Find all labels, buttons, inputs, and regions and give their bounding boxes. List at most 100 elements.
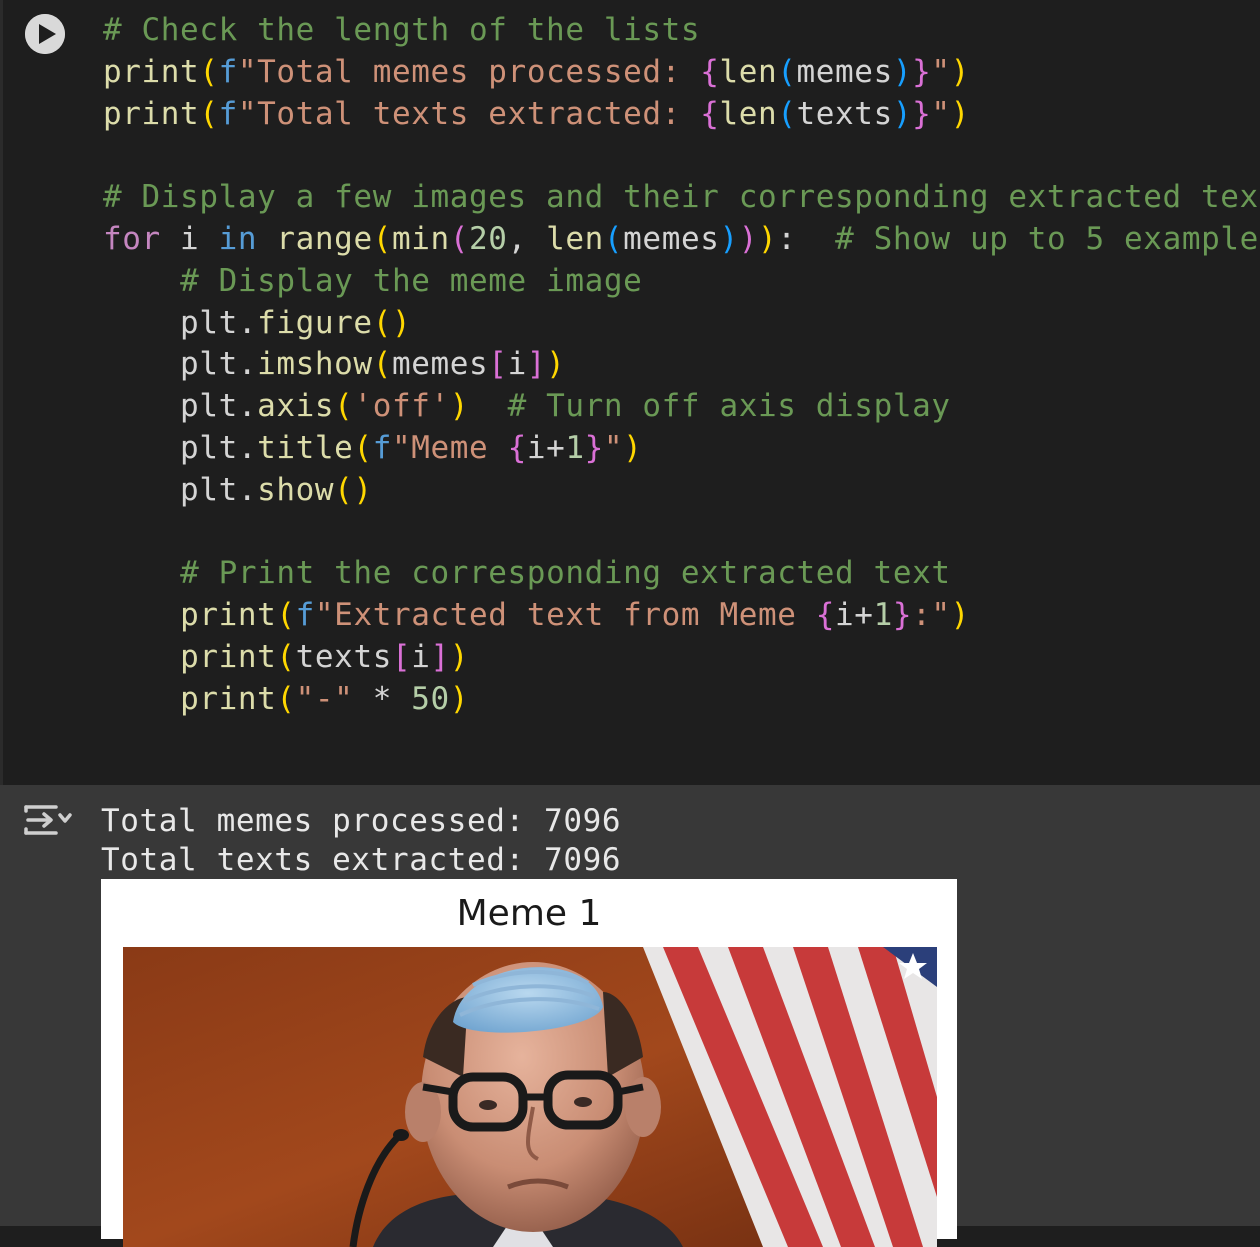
code-token: { [507,429,527,466]
code-token: i [507,346,527,383]
output-line-texts: Total texts extracted: 7096 [101,842,622,878]
matplotlib-figure: Meme 1 [101,879,957,1247]
code-token: ( [276,597,296,634]
code-token: 1 [873,597,893,634]
code-token: # Turn off axis display [507,388,951,425]
code-token: ( [372,346,392,383]
code-token: plt. [103,346,258,383]
code-token: ) [449,638,470,675]
code-token: * [353,680,412,717]
code-token: figure [257,304,373,341]
code-token: title [257,429,354,466]
code-token: ( [334,388,354,425]
code-token: ) [950,53,970,90]
code-token: } [584,429,604,466]
code-token: "Meme [391,429,508,466]
code-token: print [103,53,200,90]
code-token: "Total memes processed: [237,53,701,90]
code-token: f [218,95,238,132]
code-token: ) [892,53,913,90]
code-token: plt. [103,429,258,466]
code-token: 'off' [353,388,450,425]
code-token: plt. [103,388,258,425]
code-token: ) [623,429,643,466]
figure-title: Meme 1 [456,893,602,934]
code-token: " [931,95,951,132]
code-token: : [777,220,836,257]
code-token: ] [430,638,450,675]
code-line: print(texts[i]) [103,637,1260,679]
output-toggle-button[interactable] [22,799,74,841]
code-token: { [700,53,720,90]
code-token: f [295,597,315,634]
code-token: # Show up to 5 examples [835,220,1260,257]
code-token: " [931,53,951,90]
code-token: } [912,95,932,132]
code-token: } [892,597,913,634]
code-line: for i in range(min(20, len(memes))): # S… [103,219,1260,261]
code-line: print(f"Total memes processed: {len(meme… [103,52,1260,94]
code-line: plt.figure() [103,303,1260,345]
code-token: ) [950,597,970,634]
code-token: ) [449,680,470,717]
output-line-memes: Total memes processed: 7096 [101,803,622,839]
run-cell-button[interactable] [25,14,65,54]
code-token: ( [449,220,470,257]
code-token: "-" [295,680,354,717]
code-token: len [546,220,604,257]
code-token: plt. [103,471,258,508]
meme-image [123,947,937,1247]
code-token: [ [488,346,508,383]
code-token: ) [546,346,566,383]
code-token: ) [449,388,470,425]
code-token: ) [738,220,759,257]
code-token: texts [796,95,893,132]
code-line: # Check the length of the lists [103,10,1260,52]
code-token: ) [758,220,778,257]
code-line: print(f"Extracted text from Meme {i+1}:"… [103,595,1260,637]
code-token: 50 [411,680,450,717]
code-token: in [218,220,258,257]
code-token: } [912,53,932,90]
code-line: plt.show() [103,470,1260,512]
code-token: ( [199,53,219,90]
code-line: plt.imshow(memes[i]) [103,344,1260,386]
code-token: print [180,597,277,634]
meme-photo [123,947,937,1247]
code-token: memes [391,346,489,383]
cell-output: Total memes processed: 7096 Total texts … [0,785,1260,1247]
code-token: ( [777,53,797,90]
code-token: i [411,638,431,675]
code-token: ( [199,95,219,132]
code-cell[interactable]: # Check the length of the lists print(f"T… [0,0,1260,785]
code-token: ( [276,638,296,675]
code-token: imshow [257,346,373,383]
code-token: print [103,95,200,132]
code-line: # Display a few images and their corresp… [103,177,1260,219]
code-token: show [257,471,335,508]
code-token: [ [391,638,412,675]
cell-border [0,0,3,785]
code-token: memes [796,53,893,90]
code-token: plt. [103,304,258,341]
code-token: ( [777,95,797,132]
code-token: f [372,429,392,466]
code-token: f [218,53,238,90]
code-token: ( [276,680,296,717]
code-editor[interactable]: # Check the length of the lists print(f"T… [103,10,1260,721]
code-token: () [372,304,412,341]
output-text: Total memes processed: 7096 Total texts … [101,802,621,880]
code-token: axis [257,388,335,425]
code-token: :" [912,597,951,634]
code-token: ( [353,429,373,466]
code-token: # Display a few images and their corresp… [103,179,1260,216]
code-line: plt.axis('off') # Turn off axis display [103,386,1260,428]
code-token: { [700,95,720,132]
code-token: i+ [835,597,874,634]
code-token: "Total texts extracted: [237,95,701,132]
